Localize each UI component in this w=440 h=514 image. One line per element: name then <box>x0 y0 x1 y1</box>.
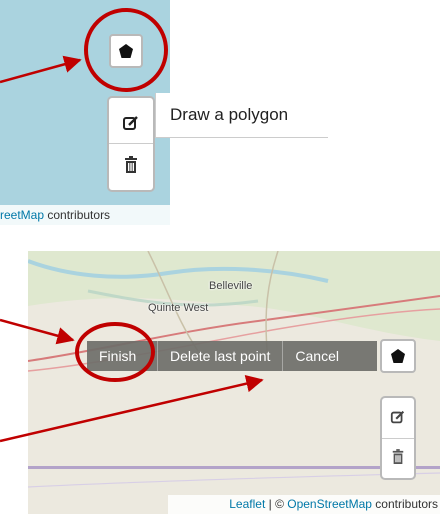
edit-icon <box>390 410 405 424</box>
draw-polygon-button-active[interactable] <box>380 339 416 373</box>
osm-link[interactable]: OpenStreetMap <box>287 497 372 511</box>
pentagon-icon <box>119 44 133 58</box>
delete-layers-button[interactable] <box>116 150 146 180</box>
edit-toolbar-bottom <box>380 396 416 480</box>
finish-button[interactable]: Finish <box>87 341 157 371</box>
osm-link[interactable]: reetMap <box>0 208 44 222</box>
cancel-button[interactable]: Cancel <box>283 341 351 371</box>
tooltip-text: Draw a polygon <box>170 105 289 124</box>
place-label-quinte-west: Quinte West <box>148 302 209 314</box>
delete-last-point-button[interactable]: Delete last point <box>158 341 282 371</box>
edit-icon <box>123 116 138 130</box>
trash-icon <box>125 156 137 173</box>
delete-layers-button[interactable] <box>383 442 413 472</box>
edit-layers-button[interactable] <box>383 402 413 432</box>
edit-layers-button[interactable] <box>116 108 146 138</box>
trash-icon <box>392 449 404 464</box>
pentagon-icon <box>391 349 405 363</box>
place-label-belleville: Belleville <box>209 280 253 292</box>
draw-actions-bar: Finish Delete last point Cancel <box>87 341 377 371</box>
edit-toolbar <box>107 96 155 192</box>
map-attribution-top: reetMap contributors <box>0 205 170 225</box>
draw-polygon-tooltip: Draw a polygon <box>155 93 328 138</box>
toolbar-divider <box>109 143 153 144</box>
leaflet-link[interactable]: Leaflet <box>229 497 265 511</box>
draw-polygon-button[interactable] <box>109 34 143 68</box>
map-attribution-bottom: Leaflet | © OpenStreetMap contributors <box>168 495 440 514</box>
toolbar-divider <box>382 438 414 439</box>
